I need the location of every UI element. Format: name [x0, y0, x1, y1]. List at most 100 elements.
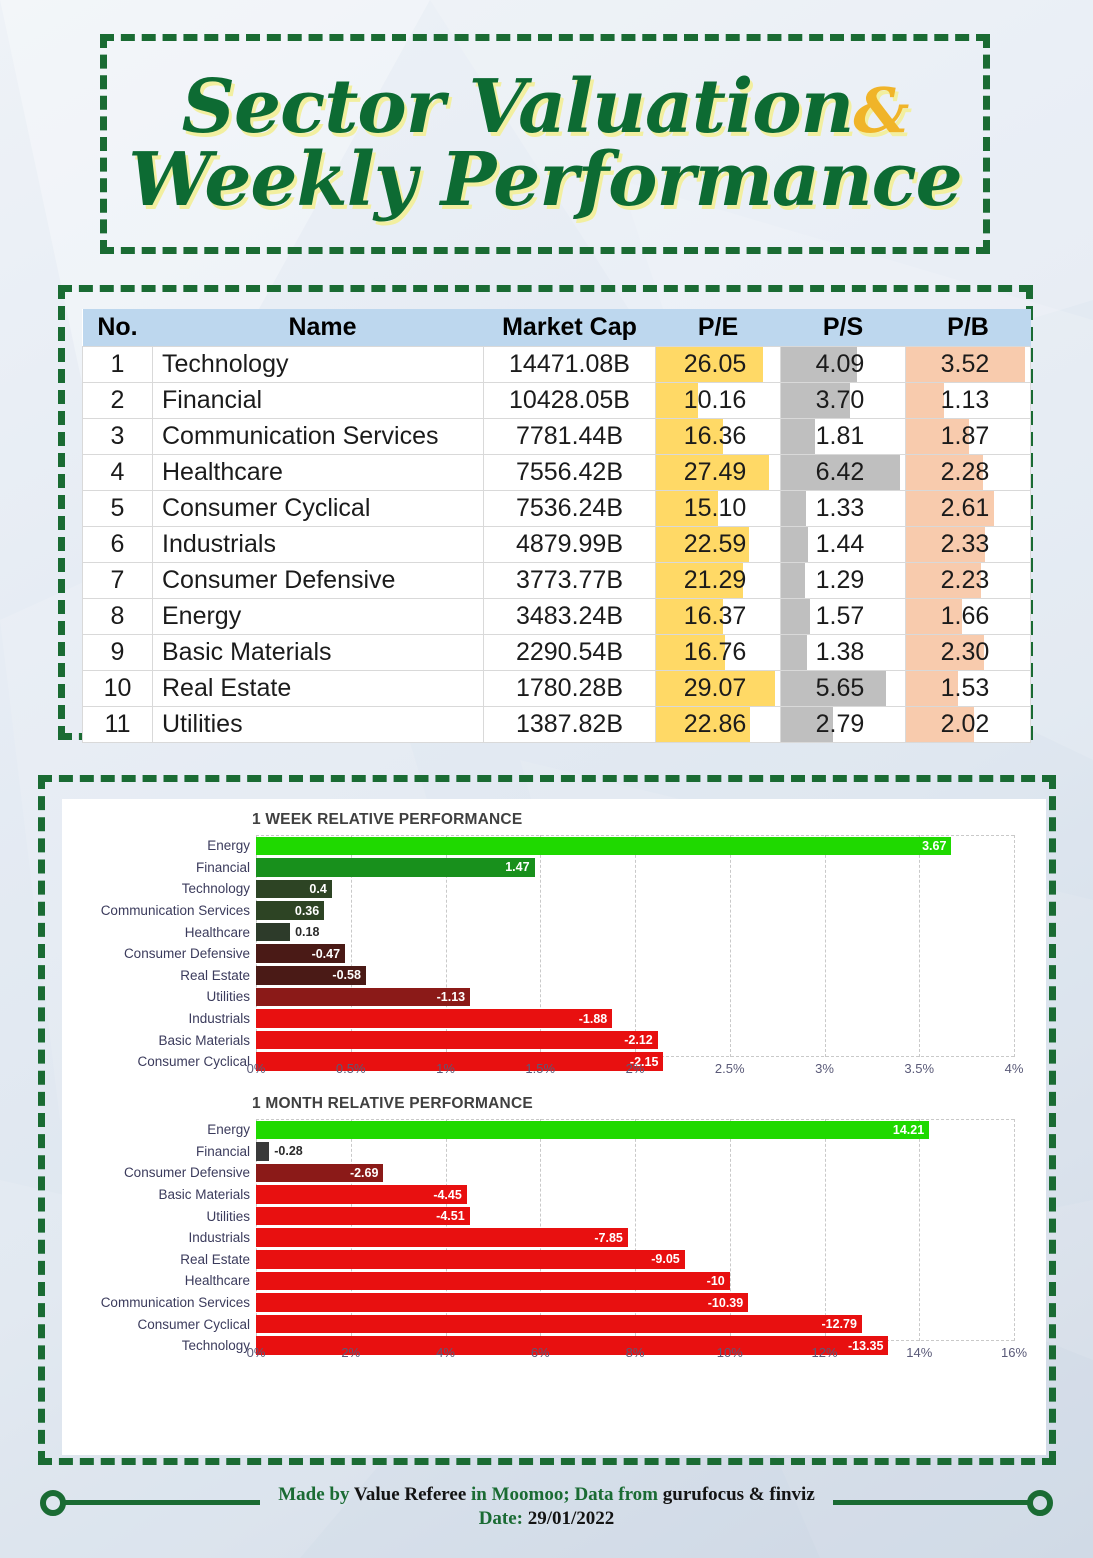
chart-bar-row: Real Estate -0.58 — [62, 965, 1014, 987]
chart-bar-value: 0.36 — [294, 903, 320, 918]
table-row: 5 Consumer Cyclical 7536.24B 15.10 1.33 2.61 — [82, 490, 1031, 527]
table-row: 2 Financial 10428.05B 10.16 3.70 1.13 — [82, 382, 1031, 419]
cell-value: 29.07 — [683, 674, 747, 702]
chart-bar-track: -10 — [256, 1270, 1014, 1292]
cell-ps: 3.70 — [780, 382, 906, 419]
chart-bar-row: Real Estate -9.05 — [62, 1249, 1014, 1271]
chart-category-label: Consumer Cyclical — [137, 1054, 250, 1070]
x-axis-tick: 2% — [341, 1345, 361, 1360]
valuation-table-panel: No. Name Market Cap P/E P/S P/B 1 Technol… — [58, 285, 1033, 743]
chart-bar-row: Financial 1.47 — [62, 857, 1014, 879]
footer-date-line: Date: 29/01/2022 — [0, 1508, 1093, 1530]
cell-no: 6 — [82, 526, 153, 563]
cell-no: 8 — [82, 598, 153, 635]
chart-bar-track: 3.67 — [256, 835, 1014, 857]
page-title: Sector Valuation& Weekly Performance — [118, 70, 971, 216]
cell-pe: 15.10 — [655, 490, 781, 527]
chart-bar: -12.79 — [256, 1314, 862, 1334]
chart-bar-track: -0.28 — [256, 1141, 1014, 1163]
chart-bar: -1.88 — [256, 1009, 613, 1028]
cell-value: 1.33 — [815, 494, 865, 522]
chart-bar-row: Basic Materials -4.45 — [62, 1184, 1014, 1206]
chart-bar-track: 1.47 — [256, 857, 1014, 879]
cell-value: 16.36 — [683, 422, 747, 450]
cell-value: 1.66 — [940, 602, 990, 630]
chart-title: 1 WEEK RELATIVE PERFORMANCE — [252, 811, 523, 828]
cell-value: 21.29 — [683, 566, 747, 594]
chart-category-label: Industrials — [188, 1011, 250, 1027]
cell-value: 15.10 — [683, 494, 747, 522]
valuation-table-container: No. Name Market Cap P/E P/S P/B 1 Technol… — [82, 309, 1031, 743]
cell-pb: 1.13 — [905, 382, 1031, 419]
chart-bar-track: -2.12 — [256, 1029, 1014, 1051]
chart-bar-track: 0.18 — [256, 921, 1014, 943]
cell-pe: 21.29 — [655, 562, 781, 599]
col-header-pe: P/E — [655, 309, 781, 347]
cell-value: 1.38 — [815, 638, 865, 666]
cell-name: Financial — [152, 382, 484, 419]
chart-1-month-relative-performance: 1 MONTH RELATIVE PERFORMANCE Energy 14.21… — [62, 1083, 1046, 1367]
cell-value: 16.76 — [683, 638, 747, 666]
table-row: 11 Utilities 1387.82B 22.86 2.79 2.02 — [82, 706, 1031, 743]
chart-bar-track: 0.4 — [256, 878, 1014, 900]
chart-category-label: Energy — [207, 838, 250, 854]
chart-category-label: Real Estate — [180, 967, 250, 983]
cell-market-cap: 3483.24B — [483, 598, 656, 635]
chart-bar-value: -4.45 — [433, 1187, 462, 1202]
chart-bar: -4.45 — [256, 1185, 467, 1204]
cell-ps: 4.09 — [780, 346, 906, 383]
cell-ps: 1.81 — [780, 418, 906, 455]
footer-date-value: 29/01/2022 — [527, 1508, 615, 1529]
chart-bar-value: 3.67 — [922, 838, 947, 853]
chart-category-label: Consumer Defensive — [123, 946, 250, 962]
footer-platform: in Moomoo; Data from — [466, 1484, 663, 1505]
chart-category-label: Technology — [181, 1338, 250, 1354]
cell-value: 1.44 — [815, 530, 865, 558]
table-row: 1 Technology 14471.08B 26.05 4.09 3.52 — [82, 346, 1031, 383]
sector-valuation-table: No. Name Market Cap P/E P/S P/B 1 Technol… — [82, 309, 1031, 743]
chart-category-label: Basic Materials — [158, 1187, 250, 1203]
cell-pe: 16.76 — [655, 634, 781, 671]
grid-line — [1014, 1119, 1015, 1341]
cell-ps: 1.29 — [780, 562, 906, 599]
table-header-row: No. Name Market Cap P/E P/S P/B — [82, 309, 1031, 347]
chart-bar-value: -10 — [706, 1273, 725, 1288]
cell-value: 2.79 — [815, 710, 865, 738]
cell-pe: 16.37 — [655, 598, 781, 635]
x-axis-tick: 8% — [625, 1345, 645, 1360]
cell-value: 2.23 — [940, 566, 990, 594]
chart-bar: -10 — [256, 1271, 730, 1291]
chart-bar: -2.12 — [256, 1030, 658, 1050]
chart-category-label: Technology — [181, 881, 250, 897]
performance-charts-panel: 1 WEEK RELATIVE PERFORMANCE Energy 3.67 Fi… — [38, 775, 1056, 1465]
chart-bar-track: -1.88 — [256, 1008, 1014, 1030]
chart-bar-track: -10.39 — [256, 1292, 1014, 1314]
chart-bar-track: -4.51 — [256, 1205, 1014, 1227]
cell-name: Consumer Defensive — [152, 562, 484, 599]
cell-market-cap: 4879.99B — [483, 526, 656, 563]
cell-pe: 22.86 — [655, 706, 781, 743]
chart-bar-value: 0.4 — [309, 881, 327, 896]
cell-ps: 2.79 — [780, 706, 906, 743]
chart-category-label: Utilities — [206, 989, 250, 1005]
x-axis-tick: 3.5% — [904, 1061, 935, 1076]
chart-bars: Energy 3.67 Financial 1.47 Technology 0.4 Comm… — [62, 835, 1014, 1072]
chart-bar: 0.4 — [256, 879, 332, 899]
table-row: 6 Industrials 4879.99B 22.59 1.44 2.33 — [82, 526, 1031, 563]
footer-sources: gurufocus & finviz — [662, 1484, 815, 1505]
cell-value: 2.30 — [940, 638, 990, 666]
chart-bar: 1.47 — [256, 858, 535, 877]
cell-no: 10 — [82, 670, 153, 707]
chart-category-label: Communication Services — [100, 1295, 250, 1311]
chart-1-week-relative-performance: 1 WEEK RELATIVE PERFORMANCE Energy 3.67 Fi… — [62, 799, 1046, 1083]
cell-market-cap: 1780.28B — [483, 670, 656, 707]
cell-value: 10.16 — [683, 386, 747, 414]
footer-date-label: Date: — [478, 1508, 528, 1529]
chart-bar-value: 14.21 — [892, 1122, 925, 1137]
chart-bar-row: Communication Services -10.39 — [62, 1292, 1014, 1314]
chart-bar-value: -2.69 — [349, 1165, 379, 1180]
cell-value: 2.02 — [940, 710, 990, 738]
x-axis-tick: 6% — [530, 1345, 550, 1360]
cell-no: 7 — [82, 562, 153, 599]
cell-pe: 22.59 — [655, 526, 781, 563]
